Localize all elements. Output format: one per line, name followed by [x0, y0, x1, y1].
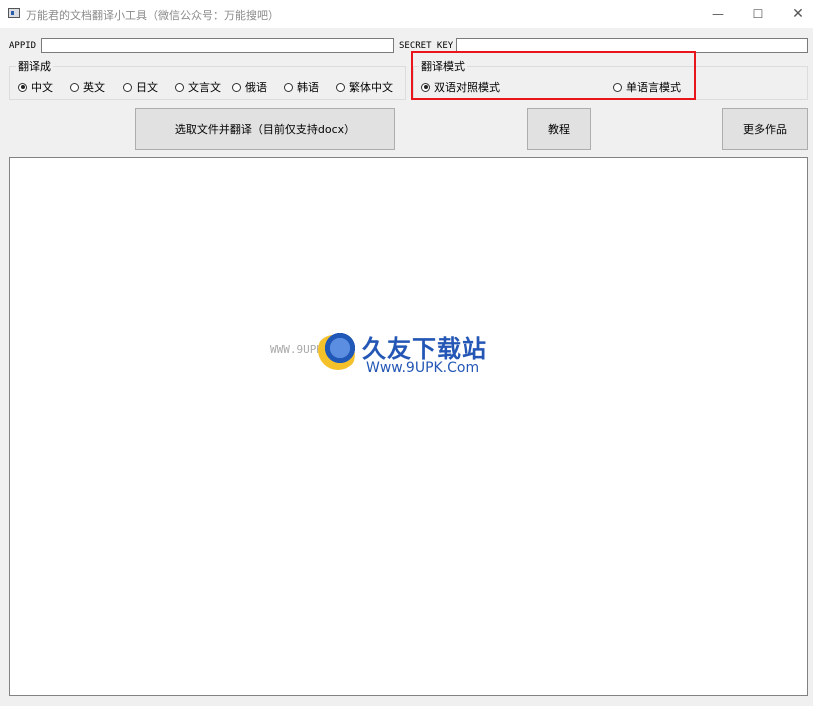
window-title: 万能君的文档翻译小工具（微信公众号：万能搜吧） [26, 9, 279, 22]
output-textarea[interactable] [9, 157, 808, 696]
watermark-logo-icon [318, 330, 358, 370]
radio-korean[interactable]: 韩语 [284, 79, 319, 95]
radio-japanese[interactable]: 日文 [123, 79, 158, 95]
radio-icon [70, 82, 79, 92]
watermark-url: Www.9UPK.Com [366, 360, 480, 376]
radio-icon [123, 82, 132, 92]
close-icon[interactable]: ✕ [782, 4, 813, 24]
radio-selected-icon [18, 82, 27, 92]
highlight-annotation [411, 51, 696, 100]
secret-key-label: SECRET KEY [399, 41, 454, 51]
watermark-brand: 久友下载站 [362, 335, 487, 363]
select-file-button[interactable]: 选取文件并翻译（目前仅支持docx） [135, 108, 395, 150]
translate-to-title: 翻译成 [16, 58, 53, 74]
radio-english[interactable]: 英文 [70, 79, 105, 95]
radio-icon [232, 82, 241, 92]
radio-icon [336, 82, 345, 92]
more-works-button[interactable]: 更多作品 [722, 108, 808, 150]
title-bar: 万能君的文档翻译小工具（微信公众号：万能搜吧） — ☐ ✕ [0, 0, 813, 28]
app-icon [8, 8, 20, 18]
appid-label: APPID [9, 41, 37, 51]
appid-input[interactable] [41, 38, 394, 53]
maximize-icon[interactable]: ☐ [742, 4, 774, 24]
minimize-icon[interactable]: — [702, 4, 734, 24]
radio-traditional-chinese[interactable]: 繁体中文 [336, 79, 393, 95]
radio-chinese[interactable]: 中文 [18, 79, 53, 95]
radio-russian[interactable]: 俄语 [232, 79, 267, 95]
radio-classical-chinese[interactable]: 文言文 [175, 79, 221, 95]
tutorial-button[interactable]: 教程 [527, 108, 591, 150]
radio-icon [284, 82, 293, 92]
radio-icon [175, 82, 184, 92]
